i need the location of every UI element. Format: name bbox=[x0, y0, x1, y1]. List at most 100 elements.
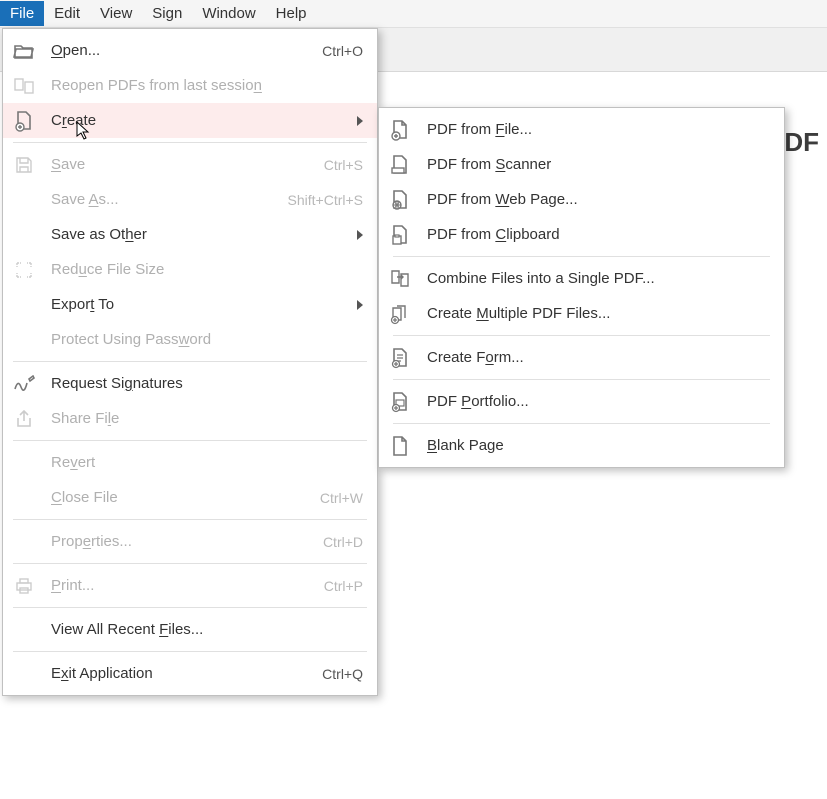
submenu-from-file-label: PDF from File... bbox=[427, 121, 770, 138]
create-submenu: PDF from File... PDF from Scanner PDF fr… bbox=[378, 107, 785, 468]
blank-icon bbox=[13, 663, 35, 685]
menu-signatures[interactable]: Request Signatures bbox=[3, 366, 377, 401]
share-icon bbox=[13, 408, 35, 430]
submenu-separator bbox=[393, 256, 770, 257]
menu-protect: Protect Using Password bbox=[3, 322, 377, 357]
print-icon bbox=[13, 575, 35, 597]
blank-icon bbox=[13, 329, 35, 351]
create-icon bbox=[13, 110, 35, 132]
submenu-from-web-label: PDF from Web Page... bbox=[427, 191, 770, 208]
blank-icon bbox=[13, 619, 35, 641]
menu-close-label: Close File bbox=[51, 489, 302, 506]
submenu-portfolio-label: PDF Portfolio... bbox=[427, 393, 770, 410]
pdf-file-icon bbox=[389, 119, 411, 141]
menubar-sign[interactable]: Sign bbox=[142, 1, 192, 26]
submenu-pdf-from-web[interactable]: PDF from Web Page... bbox=[379, 182, 784, 217]
submenu-pdf-from-file[interactable]: PDF from File... bbox=[379, 112, 784, 147]
blank-page-icon bbox=[389, 435, 411, 457]
menu-separator bbox=[13, 563, 367, 564]
submenu-combine[interactable]: Combine Files into a Single PDF... bbox=[379, 261, 784, 296]
menu-export-label: Export To bbox=[51, 296, 349, 313]
submenu-form-label: Create Form... bbox=[427, 349, 770, 366]
submenu-blank-label: Blank Page bbox=[427, 437, 770, 454]
menu-save-label: Save bbox=[51, 156, 306, 173]
submenu-pdf-from-clipboard[interactable]: PDF from Clipboard bbox=[379, 217, 784, 252]
blank-icon bbox=[13, 487, 35, 509]
blank-icon bbox=[13, 294, 35, 316]
submenu-pdf-from-scanner[interactable]: PDF from Scanner bbox=[379, 147, 784, 182]
blank-icon bbox=[13, 531, 35, 553]
file-menu: Open... Ctrl+O Reopen PDFs from last ses… bbox=[2, 28, 378, 696]
menu-exit[interactable]: Exit Application Ctrl+Q bbox=[3, 656, 377, 691]
menubar-window[interactable]: Window bbox=[192, 1, 265, 26]
pdf-web-icon bbox=[389, 189, 411, 211]
menu-separator bbox=[13, 651, 367, 652]
submenu-form[interactable]: Create Form... bbox=[379, 340, 784, 375]
blank-icon bbox=[13, 452, 35, 474]
menu-print-label: Print... bbox=[51, 577, 306, 594]
menu-reduce-label: Reduce File Size bbox=[51, 261, 363, 278]
menu-separator bbox=[13, 519, 367, 520]
menu-save-as-label: Save As... bbox=[51, 191, 270, 208]
menu-print-shortcut: Ctrl+P bbox=[324, 578, 363, 594]
multiple-icon bbox=[389, 303, 411, 325]
menu-reopen: Reopen PDFs from last session bbox=[3, 68, 377, 103]
menu-reopen-label: Reopen PDFs from last session bbox=[51, 77, 363, 94]
menu-share: Share File bbox=[3, 401, 377, 436]
submenu-blank[interactable]: Blank Page bbox=[379, 428, 784, 463]
menu-reduce: Reduce File Size bbox=[3, 252, 377, 287]
menu-recent-files[interactable]: View All Recent Files... bbox=[3, 612, 377, 647]
menu-create[interactable]: Create bbox=[3, 103, 377, 138]
pdf-clipboard-icon bbox=[389, 224, 411, 246]
blank-icon bbox=[13, 224, 35, 246]
submenu-from-clipboard-label: PDF from Clipboard bbox=[427, 226, 770, 243]
menubar: File Edit View Sign Window Help bbox=[0, 0, 827, 28]
reopen-icon bbox=[13, 75, 35, 97]
menu-save-as: Save As... Shift+Ctrl+S bbox=[3, 182, 377, 217]
portfolio-icon bbox=[389, 391, 411, 413]
menu-protect-label: Protect Using Password bbox=[51, 331, 363, 348]
menu-save-shortcut: Ctrl+S bbox=[324, 157, 363, 173]
menu-revert: Revert bbox=[3, 445, 377, 480]
menu-save-as-shortcut: Shift+Ctrl+S bbox=[288, 192, 363, 208]
menu-print: Print... Ctrl+P bbox=[3, 568, 377, 603]
submenu-from-scanner-label: PDF from Scanner bbox=[427, 156, 770, 173]
combine-icon bbox=[389, 268, 411, 290]
submenu-multiple[interactable]: Create Multiple PDF Files... bbox=[379, 296, 784, 331]
menubar-help[interactable]: Help bbox=[266, 1, 317, 26]
menu-exit-label: Exit Application bbox=[51, 665, 304, 682]
submenu-separator bbox=[393, 423, 770, 424]
menu-separator bbox=[13, 361, 367, 362]
menu-properties-label: Properties... bbox=[51, 533, 305, 550]
submenu-separator bbox=[393, 335, 770, 336]
menu-exit-shortcut: Ctrl+Q bbox=[322, 666, 363, 682]
menu-separator bbox=[13, 607, 367, 608]
menu-signatures-label: Request Signatures bbox=[51, 375, 363, 392]
menu-open-shortcut: Ctrl+O bbox=[322, 43, 363, 59]
submenu-separator bbox=[393, 379, 770, 380]
menubar-view[interactable]: View bbox=[90, 1, 142, 26]
menu-export[interactable]: Export To bbox=[3, 287, 377, 322]
menu-recent-label: View All Recent Files... bbox=[51, 621, 363, 638]
folder-open-icon bbox=[13, 40, 35, 62]
menu-save-other[interactable]: Save as Other bbox=[3, 217, 377, 252]
submenu-multiple-label: Create Multiple PDF Files... bbox=[427, 305, 770, 322]
menu-share-label: Share File bbox=[51, 410, 363, 427]
menu-separator bbox=[13, 440, 367, 441]
chevron-right-icon bbox=[357, 116, 363, 126]
chevron-right-icon bbox=[357, 230, 363, 240]
menu-save: Save Ctrl+S bbox=[3, 147, 377, 182]
menubar-edit[interactable]: Edit bbox=[44, 1, 90, 26]
form-icon bbox=[389, 347, 411, 369]
blank-icon bbox=[13, 189, 35, 211]
menu-open-label: Open... bbox=[51, 42, 304, 59]
reduce-icon bbox=[13, 259, 35, 281]
save-icon bbox=[13, 154, 35, 176]
submenu-portfolio[interactable]: PDF Portfolio... bbox=[379, 384, 784, 419]
menu-close-shortcut: Ctrl+W bbox=[320, 490, 363, 506]
menu-revert-label: Revert bbox=[51, 454, 363, 471]
chevron-right-icon bbox=[357, 300, 363, 310]
menu-open[interactable]: Open... Ctrl+O bbox=[3, 33, 377, 68]
menubar-file[interactable]: File bbox=[0, 1, 44, 26]
menu-properties: Properties... Ctrl+D bbox=[3, 524, 377, 559]
